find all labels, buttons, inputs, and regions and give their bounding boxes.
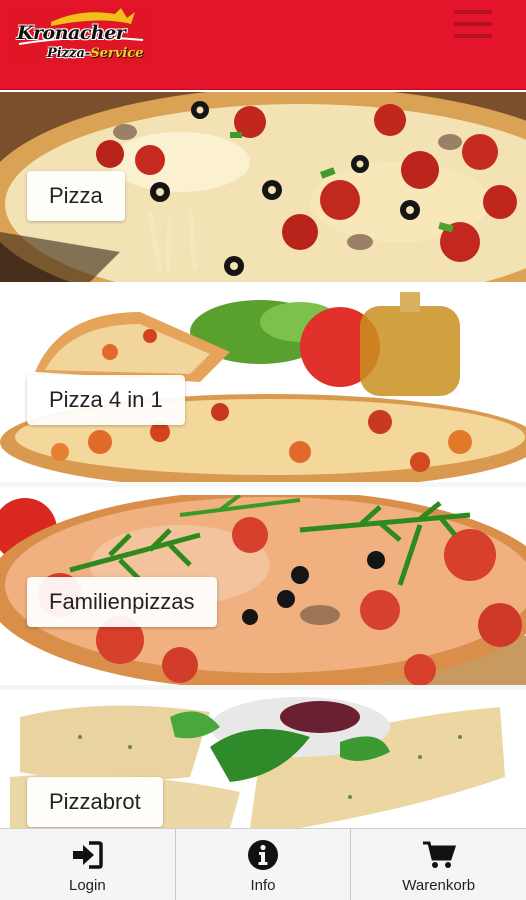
login-icon [70, 839, 104, 871]
category-pizza-4-in-1[interactable]: Pizza 4 in 1 [0, 292, 526, 487]
category-pizza[interactable]: Pizza [0, 92, 526, 282]
hamburger-menu-icon[interactable] [448, 8, 496, 48]
logo-subtitle: Pizza-Service [47, 46, 144, 61]
app-header: Kronacher Pizza-Service [0, 0, 526, 90]
info-icon [246, 839, 280, 871]
nav-label: Login [68, 877, 106, 894]
category-label: Pizza [27, 171, 125, 221]
category-label: Familienpizzas [27, 577, 217, 627]
category-label: Pizzabrot [27, 777, 163, 827]
logo[interactable]: Kronacher Pizza-Service [11, 4, 151, 68]
logo-name: Kronacher [17, 22, 126, 44]
category-pizzabrot[interactable]: Pizzabrot [0, 697, 526, 828]
category-label: Pizza 4 in 1 [27, 375, 185, 425]
nav-info-button[interactable]: Info [174, 829, 351, 900]
nav-login-button[interactable]: Login [0, 829, 175, 900]
nav-label: Warenkorb [402, 877, 476, 894]
app-screen: Kronacher Pizza-Service Pizza Pizza 4 in… [0, 0, 526, 900]
bottom-nav: Login Info Warenkorb [0, 828, 526, 900]
nav-label: Info [250, 877, 276, 894]
cart-icon [422, 839, 456, 871]
category-familienpizzas[interactable]: Familienpizzas [0, 495, 526, 690]
nav-cart-button[interactable]: Warenkorb [350, 829, 526, 900]
